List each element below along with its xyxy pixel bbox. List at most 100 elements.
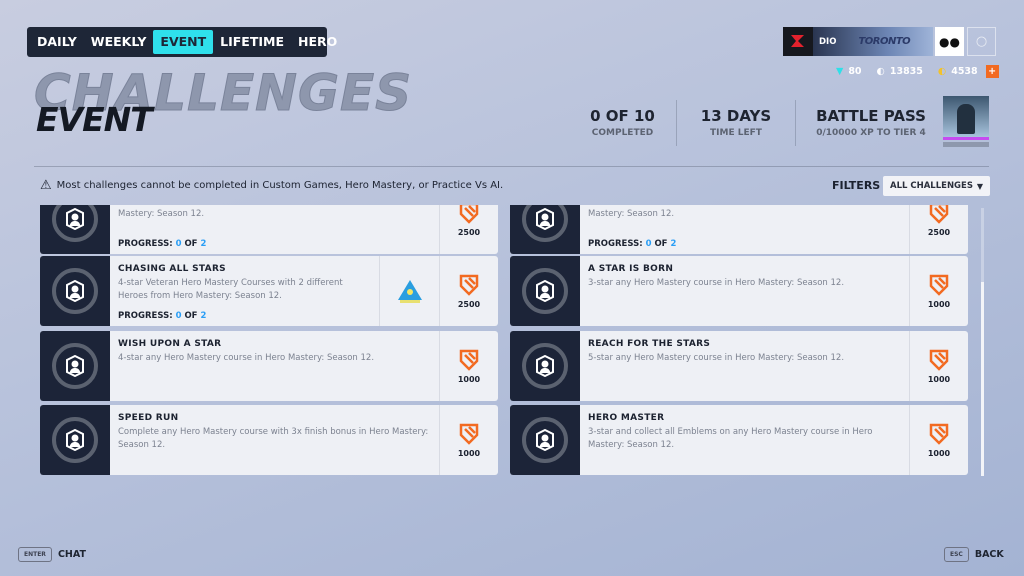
completed-value: 0 OF 10 [590,107,655,125]
challenge-icon-panel [40,256,110,326]
challenge-description: 4-star Veteran Hero Mastery Courses with… [118,278,343,301]
xp-reward: 2500 [439,205,498,254]
credits-icon: ◐ [876,66,885,77]
challenge-description: 3-star and collect all Emblems on any He… [588,427,873,450]
battle-pass-xp: 0/10000 XP TO TIER 4 [816,128,926,138]
xp-amount: 1000 [927,374,951,384]
scrollbar-thumb[interactable] [981,282,984,476]
challenge-body: SPEED RUN Complete any Hero Mastery cours… [110,405,439,475]
enter-key: ENTER [18,547,52,562]
battle-pass-xp-icon [929,349,949,371]
battle-pass-xp-icon [459,349,479,371]
bonus-reward [379,256,439,326]
challenge-name: WISH UPON A STAR [118,339,222,349]
battle-pass-xp-icon [459,274,479,296]
xp-amount: 1000 [927,299,951,309]
battle-pass-xp-icon [929,274,949,296]
player-icon [791,35,804,47]
challenge-card[interactable]: 4-star Agent Hero Mastery Courses with 2… [510,205,968,254]
tab-weekly[interactable]: WEEKLY [84,30,154,54]
battle-pass-stat[interactable]: BATTLE PASS 0/10000 XP TO TIER 4 [815,107,927,138]
xp-reward: 1000 [909,405,968,475]
battle-pass-reward-image[interactable] [943,96,989,140]
challenge-body: A STAR IS BORN 3-star any Hero Mastery co… [580,256,909,326]
xp-reward: 2500 [909,205,968,254]
hero-mastery-icon [52,343,98,389]
tab-daily[interactable]: DAILY [30,30,84,54]
challenge-progress: PROGRESS: 0 OF 2 [588,239,676,249]
tab-lifetime[interactable]: LIFETIME [213,30,291,54]
battle-pass-xp-icon [459,423,479,445]
challenge-list: 4-star Recruit Hero Mastery Courses with… [38,205,978,480]
filters-selected: ALL CHALLENGES [890,181,973,191]
xp-reward: 1000 [439,405,498,475]
add-coins-button[interactable]: + [985,65,999,78]
progress-total: 2 [200,311,207,321]
hero-mastery-icon [52,268,98,314]
xp-amount: 2500 [927,227,951,237]
progress-current: 0 [175,311,182,321]
social-button[interactable]: ●● [935,27,964,56]
challenge-description: 4-star Agent Hero Mastery Courses with 2… [588,205,883,219]
challenge-tabs: DAILY WEEKLY EVENT LIFETIME HERO [27,27,337,57]
progress-label: PROGRESS: [588,239,643,249]
challenge-name: SPEED RUN [118,413,179,423]
coins-icon: ◐ [937,66,947,77]
time-left-stat: 13 DAYS TIME LEFT [696,107,776,138]
esc-key: ESC [944,547,969,562]
battle-pass-title: BATTLE PASS [816,107,926,125]
challenge-name: HERO MASTER [588,413,665,423]
coins-value: 4538 [951,66,978,77]
page-subtitle: EVENT [36,100,153,139]
battle-pass-bar [943,142,989,147]
back-hint[interactable]: ESC BACK [944,547,1004,562]
tab-event[interactable]: EVENT [153,30,214,54]
divider [795,100,796,146]
xp-reward: 2500 [439,256,498,326]
challenge-card[interactable]: A STAR IS BORN 3-star any Hero Mastery co… [510,256,968,326]
challenge-icon-panel [510,331,580,401]
spray-reward-icon [397,280,422,303]
banner-logo: TORONTO [858,36,911,47]
challenge-name: CHASING ALL STARS [118,264,226,274]
challenge-card[interactable]: WISH UPON A STAR 4-star any Hero Mastery … [40,331,498,401]
challenge-card[interactable]: SPEED RUN Complete any Hero Mastery cours… [40,405,498,475]
challenge-card[interactable]: REACH FOR THE STARS 5-star any Hero Maste… [510,331,968,401]
challenge-body: REACH FOR THE STARS 5-star any Hero Maste… [580,331,909,401]
xp-amount: 1000 [457,448,481,458]
challenge-progress: PROGRESS: 0 OF 2 [118,239,206,249]
divider [676,100,677,146]
progress-current: 0 [175,239,182,249]
challenge-description: 4-star any Hero Mastery course in Hero M… [118,353,375,363]
hero-mastery-icon [52,417,98,463]
rank-button[interactable]: ○ [967,27,996,56]
warning-text: Most challenges cannot be completed in C… [56,180,504,191]
chat-hint[interactable]: ENTER CHAT [18,547,86,562]
progress-label: PROGRESS: [118,239,173,249]
challenge-card[interactable]: 4-star Recruit Hero Mastery Courses with… [40,205,498,254]
back-label: BACK [974,549,1004,560]
challenge-description: 4-star Recruit Hero Mastery Courses with… [118,205,418,219]
hero-silhouette-icon [957,104,975,134]
challenge-card[interactable]: CHASING ALL STARS 4-star Veteran Hero Mas… [40,256,498,326]
hero-mastery-icon [52,205,98,242]
challenge-body: 4-star Agent Hero Mastery Courses with 2… [580,205,909,254]
warning-icon: ⚠ [40,178,52,193]
hero-mastery-icon [522,417,568,463]
hero-mastery-icon [522,268,568,314]
tab-hero[interactable]: HERO [291,30,344,54]
challenge-card[interactable]: HERO MASTER 3-star and collect all Emblem… [510,405,968,475]
xp-amount: 1000 [457,374,481,384]
xp-reward: 1000 [909,256,968,326]
challenge-icon-panel [40,405,110,475]
player-nameplate[interactable]: DIO TORONTO [783,27,933,56]
battle-pass-xp-icon [459,205,479,224]
challenge-name: REACH FOR THE STARS [588,339,711,349]
challenge-icon-panel [510,256,580,326]
time-left-label: TIME LEFT [710,128,762,138]
xp-reward: 1000 [909,331,968,401]
progress-of: OF [654,239,668,249]
header-divider [34,166,989,167]
filters-dropdown[interactable]: ALL CHALLENGES ▼ [883,176,990,196]
credits-value: 13835 [889,66,923,77]
